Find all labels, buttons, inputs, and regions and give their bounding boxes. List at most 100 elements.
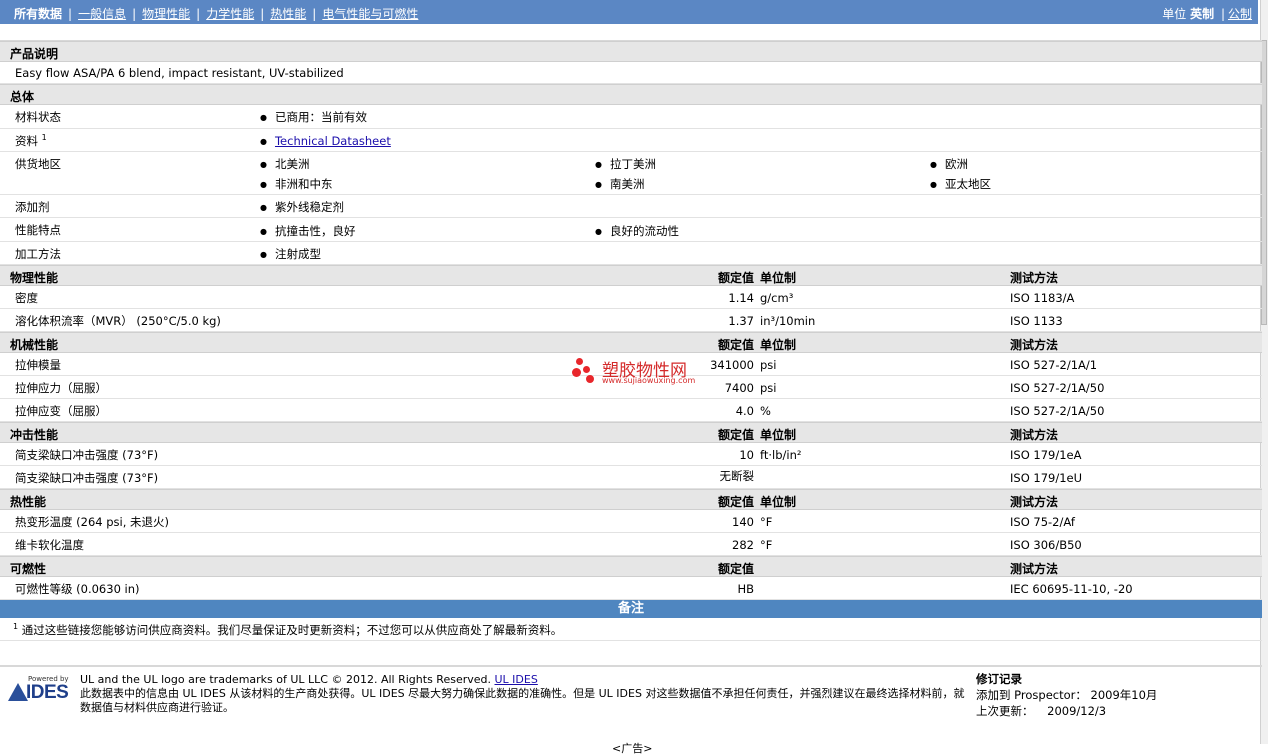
unit-english[interactable]: 英制 — [1190, 7, 1214, 21]
property-row: 密度 1.14 g/cm³ ISO 1183/A — [0, 286, 1262, 309]
datasheet-content: 产品说明 Easy flow ASA/PA 6 blend, impact re… — [0, 24, 1262, 755]
section-title: 冲击性能 — [10, 428, 59, 442]
datasheet-list-item: Technical Datasheet — [260, 134, 391, 148]
region-item: 亚太地区 — [930, 176, 991, 192]
property-label: 简支梁缺口冲击强度 (73°F) — [15, 448, 159, 462]
property-label: 拉伸模量 — [15, 358, 61, 372]
property-value: 无断裂 — [719, 469, 755, 483]
col-header-method: 测试方法 — [1010, 562, 1059, 576]
property-value: 1.14 — [728, 291, 754, 305]
property-value: 4.0 — [735, 404, 754, 418]
property-value: 10 — [739, 448, 754, 462]
material-status-row: 材料状态 已商用：当前有效 — [0, 105, 1262, 129]
note-text: 1 通过这些链接您能够访问供应商资料。我们尽量保证及时更新资料；不过您可以从供应… — [13, 622, 563, 637]
row-label: 供货地区 — [15, 157, 61, 171]
property-unit: g/cm³ — [760, 291, 794, 305]
col-header-nominal: 额定值 — [717, 271, 754, 285]
col-header-nominal: 额定值 — [717, 562, 754, 576]
feature-item: 良好的流动性 — [595, 223, 679, 239]
nav-thermal[interactable]: 热性能 — [270, 7, 306, 21]
footer-disclaimer: UL and the UL logo are trademarks of UL … — [80, 673, 970, 715]
row-label: 资料 1 — [15, 133, 47, 148]
unit-switcher: 单位 英制 | 公制 — [1162, 5, 1252, 22]
col-header-nominal: 额定值 — [717, 428, 754, 442]
col-header-method: 测试方法 — [1010, 428, 1059, 442]
regions-row: 供货地区 北美洲 拉丁美洲 欧洲 非洲和中东 南美洲 亚太地区 — [0, 152, 1262, 195]
col-header-nominal: 额定值 — [717, 495, 754, 509]
property-row: 热变形温度 (264 psi, 未退火) 140 °F ISO 75-2/Af — [0, 510, 1262, 533]
property-unit: °F — [760, 515, 773, 529]
property-value: 282 — [732, 538, 754, 552]
property-method: ISO 306/B50 — [1010, 538, 1082, 552]
nav-electrical[interactable]: 电气性能与可燃性 — [322, 7, 418, 21]
ul-ides-link[interactable]: UL IDES — [495, 673, 538, 686]
property-value: 341000 — [710, 358, 754, 372]
nav-separator: | — [68, 7, 73, 21]
product-description-row: Easy flow ASA/PA 6 blend, impact resista… — [0, 62, 1262, 84]
property-unit: in³/10min — [760, 314, 816, 328]
section-title: 机械性能 — [10, 338, 59, 352]
feature-item: 抗撞击性，良好 — [260, 223, 356, 239]
section-title: 可燃性 — [10, 562, 47, 576]
spacer — [0, 641, 1262, 666]
property-row: 可燃性等级 (0.0630 in) HB IEC 60695-11-10, -2… — [0, 577, 1262, 600]
property-label: 热变形温度 (264 psi, 未退火) — [15, 515, 170, 529]
property-unit: °F — [760, 538, 773, 552]
property-value: HB — [737, 582, 754, 596]
status-value: 已商用：当前有效 — [260, 109, 367, 125]
nav-separator: | — [132, 7, 137, 21]
col-header-nominal: 额定值 — [717, 338, 754, 352]
nav-mechanical[interactable]: 力学性能 — [206, 7, 254, 21]
property-value: 140 — [732, 515, 754, 529]
property-label: 可燃性等级 (0.0630 in) — [15, 582, 140, 596]
units-label: 单位 — [1162, 7, 1187, 21]
notes-header: 备注 — [0, 600, 1262, 618]
property-method: ISO 1133 — [1010, 314, 1063, 328]
section-title: 产品说明 — [10, 47, 59, 61]
property-label: 维卡软化温度 — [15, 538, 84, 552]
notes-row: 1 通过这些链接您能够访问供应商资料。我们尽量保证及时更新资料；不过您可以从供应… — [0, 618, 1262, 641]
property-row: 简支梁缺口冲击强度 (73°F) 10 ft·lb/in² ISO 179/1e… — [0, 443, 1262, 466]
row-label: 性能特点 — [15, 223, 61, 237]
row-label: 加工方法 — [15, 247, 61, 261]
section-header-product: 产品说明 — [0, 41, 1262, 62]
col-header-unit: 单位制 — [760, 428, 797, 442]
nav-physical[interactable]: 物理性能 — [142, 7, 190, 21]
property-label: 拉伸应力（屈服） — [15, 381, 107, 395]
nav-separator: | — [196, 7, 201, 21]
unit-separator: | — [1220, 7, 1225, 21]
section-header-mechanical: 机械性能 额定值 单位制 测试方法 — [0, 332, 1262, 353]
nav-all-data[interactable]: 所有数据 — [14, 7, 62, 21]
nav-general-info[interactable]: 一般信息 — [78, 7, 126, 21]
section-nav: 所有数据 | 一般信息 | 物理性能 | 力学性能 | 热性能 | 电气性能与可燃性 — [14, 5, 418, 22]
col-header-method: 测试方法 — [1010, 271, 1059, 285]
technical-datasheet-link[interactable]: Technical Datasheet — [275, 134, 391, 148]
region-item: 非洲和中东 — [260, 176, 333, 192]
property-unit: % — [760, 404, 771, 418]
property-method: ISO 179/1eU — [1010, 471, 1083, 485]
section-title: 总体 — [10, 90, 35, 104]
section-header-flammability: 可燃性 额定值 测试方法 — [0, 556, 1262, 577]
property-label: 溶化体积流率（MVR） (250°C/5.0 kg) — [15, 314, 221, 328]
property-unit: ft·lb/in² — [760, 448, 802, 462]
trademark-text: UL and the UL logo are trademarks of UL … — [80, 673, 491, 686]
row-label: 添加剂 — [15, 200, 50, 214]
watermark-dots-icon — [572, 358, 600, 386]
nav-separator: | — [260, 7, 265, 21]
section-header-physical: 物理性能 额定值 单位制 测试方法 — [0, 265, 1262, 286]
unit-metric-link[interactable]: 公制 — [1228, 7, 1252, 21]
revision-history: 修订记录 添加到 Prospector： 2009年10月 上次更新： 2009… — [976, 671, 1157, 719]
ides-logo-text: IDES — [26, 682, 69, 703]
section-title: 热性能 — [10, 495, 47, 509]
col-header-unit: 单位制 — [760, 271, 797, 285]
footer: Powered by IDES UL and the UL logo are t… — [0, 666, 1262, 755]
col-header-unit: 单位制 — [760, 495, 797, 509]
ides-logo[interactable]: Powered by IDES — [8, 675, 70, 705]
region-item: 欧洲 — [930, 156, 968, 172]
property-label: 密度 — [15, 291, 38, 305]
property-row: 拉伸应变（屈服） 4.0 % ISO 527-2/1A/50 — [0, 399, 1262, 422]
section-header-general: 总体 — [0, 84, 1262, 105]
ad-label: <广告> — [612, 742, 653, 755]
nav-separator: | — [312, 7, 317, 21]
property-row: 溶化体积流率（MVR） (250°C/5.0 kg) 1.37 in³/10mi… — [0, 309, 1262, 332]
